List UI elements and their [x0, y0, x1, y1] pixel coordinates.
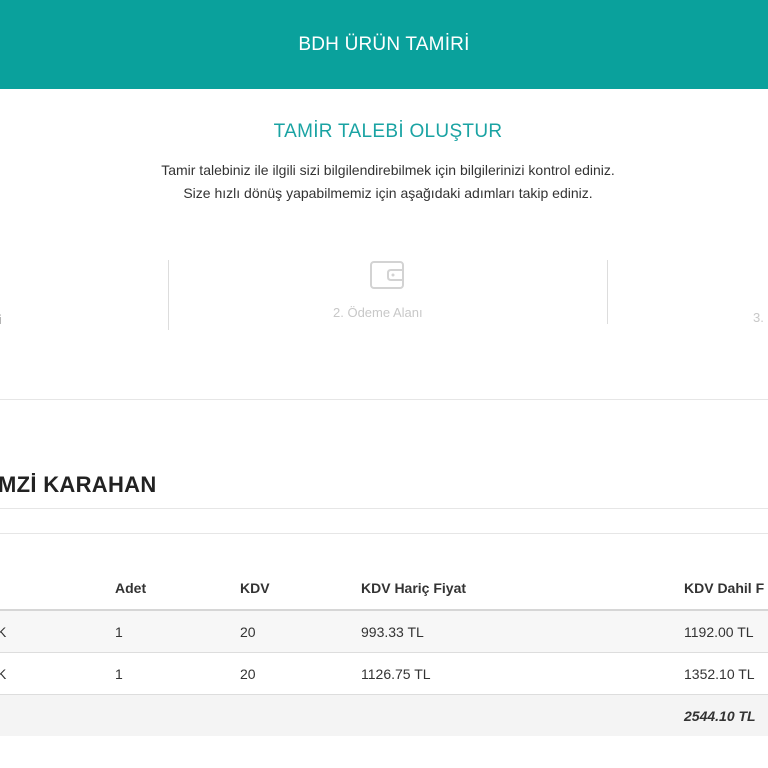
page: BDH ÜRÜN TAMİRİ TAMİR TALEBİ OLUŞTUR Tam…	[0, 0, 768, 768]
customer-name: MZİ KARAHAN	[0, 472, 157, 497]
step-1-label[interactable]: ri	[0, 312, 1, 327]
row-border	[0, 694, 768, 695]
cell-qty: 1	[115, 624, 123, 640]
table-total-row	[0, 694, 768, 736]
cell-product-name: K	[0, 666, 7, 682]
wallet-icon	[370, 261, 404, 289]
column-header-vat: KDV	[240, 580, 270, 596]
section-divider	[0, 508, 768, 509]
column-header-price-inc: KDV Dahil F	[684, 580, 765, 596]
cell-price-inc: 1192.00 TL	[684, 624, 754, 640]
intro-text: Tamir talebiniz ile ilgili sizi bilgilen…	[0, 159, 768, 205]
cell-price-ex: 1126.75 TL	[361, 666, 431, 682]
step-divider	[168, 260, 169, 330]
total-amount: 2544.10 TL	[684, 708, 756, 724]
table-header-border	[0, 609, 768, 611]
cell-price-inc: 1352.10 TL	[684, 666, 755, 682]
page-heading: TAMİR TALEBİ OLUŞTUR	[273, 121, 503, 142]
header-bar: BDH ÜRÜN TAMİRİ	[0, 0, 768, 89]
section-divider	[0, 533, 768, 534]
header-title: BDH ÜRÜN TAMİRİ	[298, 33, 470, 55]
cell-product-name: K	[0, 624, 7, 640]
cell-qty: 1	[115, 666, 123, 682]
step-3-label[interactable]: 3.	[753, 310, 764, 325]
column-header-price-ex: KDV Hariç Fiyat	[361, 580, 467, 596]
step-divider	[607, 260, 608, 324]
intro-line-2: Size hızlı dönüş yapabilmemiz için aşağı…	[183, 185, 593, 201]
row-border	[0, 652, 768, 653]
cell-vat: 20	[240, 624, 256, 640]
intro-line-1: Tamir talebiniz ile ilgili sizi bilgilen…	[161, 162, 615, 178]
step-2-label[interactable]: 2. Ödeme Alanı	[333, 305, 423, 320]
column-header-qty: Adet	[115, 580, 147, 596]
cell-vat: 20	[240, 666, 256, 682]
section-divider	[0, 399, 768, 400]
cell-price-ex: 993.33 TL	[361, 624, 424, 640]
